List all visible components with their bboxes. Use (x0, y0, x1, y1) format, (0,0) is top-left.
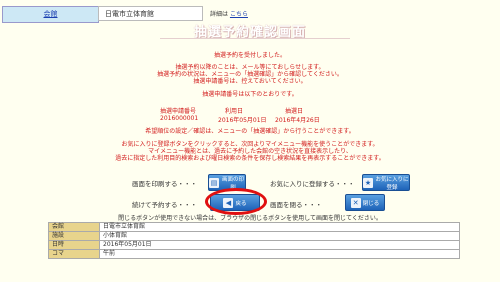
entry-header: 抽選日 (285, 108, 304, 115)
reservation-details-table: 会館 日電市立体育館 施設 小体育館 日時 2016年05月01日 コマ 午前 (48, 222, 460, 259)
row-label: コマ (48, 249, 100, 259)
detail-text: 詳細は こちら (210, 9, 248, 18)
close-note: 閉じるボタンが使用できない場合は、ブラウザの閉じるボタンを使用して画面を閉じてく… (118, 215, 382, 222)
favorite-line-3: 過去に指定した利用目的検索および曜日検索の条件を保存し検索結果を再表示することが… (115, 155, 385, 162)
row-value: 日電市立体育館 (99, 222, 460, 232)
row-value: 2016年05月01日 (99, 240, 460, 250)
row-label: 施設 (48, 231, 100, 241)
close-label: 画面を閉る・・・ (270, 201, 322, 209)
table-row: 日時 2016年05月01日 (48, 240, 460, 250)
detail-label: 詳細は (210, 11, 229, 18)
table-row: 施設 小体育館 (48, 231, 460, 241)
application-number: 2016000001 (160, 115, 199, 122)
lottery-date: 2016年4月26日 (275, 117, 320, 124)
row-value: 午前 (99, 249, 460, 259)
number-header: 抽選申請番号 (160, 108, 197, 115)
preference-note: 希望順位の設定／確認は、メニューの「抽選確認」から行うことができます。 (145, 128, 355, 135)
print-label: 画面を印刷する・・・ (132, 180, 197, 188)
table-row: コマ 午前 (48, 249, 460, 259)
use-date: 2016年05月01日 (218, 117, 267, 124)
printer-icon: ▤ (209, 177, 219, 188)
add-favorite-button[interactable]: ★ お気に入りに登録 (362, 174, 410, 191)
row-label: 日時 (48, 240, 100, 250)
favorite-label: お気に入りに登録する・・・ (270, 180, 355, 188)
title-underline (160, 38, 350, 39)
row-value: 小体育館 (99, 231, 460, 241)
number-notice: 抽選申請番号は以下のとおりです。 (202, 91, 298, 98)
close-button[interactable]: ✕ 閉じる (345, 194, 385, 211)
close-button-label: 閉じる (362, 200, 380, 207)
star-icon: ★ (363, 177, 373, 188)
close-icon: ✕ (350, 197, 361, 208)
row-label: 会館 (48, 222, 100, 232)
tab-venue-link[interactable]: 会館 (44, 10, 58, 18)
highlight-circle (205, 188, 267, 215)
info-line-3: 抽選申請番号は、控えておいてください。 (193, 78, 307, 85)
continue-label: 続けて予約する・・・ (132, 201, 197, 209)
date-header: 利用日 (225, 108, 244, 115)
detail-link[interactable]: こちら (230, 11, 248, 18)
add-favorite-button-label: お気に入りに登録 (375, 176, 409, 191)
venue-name: 日電市立体育館 (98, 6, 203, 21)
table-row: 会館 日電市立体育館 (48, 222, 460, 232)
accepted-message: 抽選予約を受付しました。 (213, 52, 286, 59)
